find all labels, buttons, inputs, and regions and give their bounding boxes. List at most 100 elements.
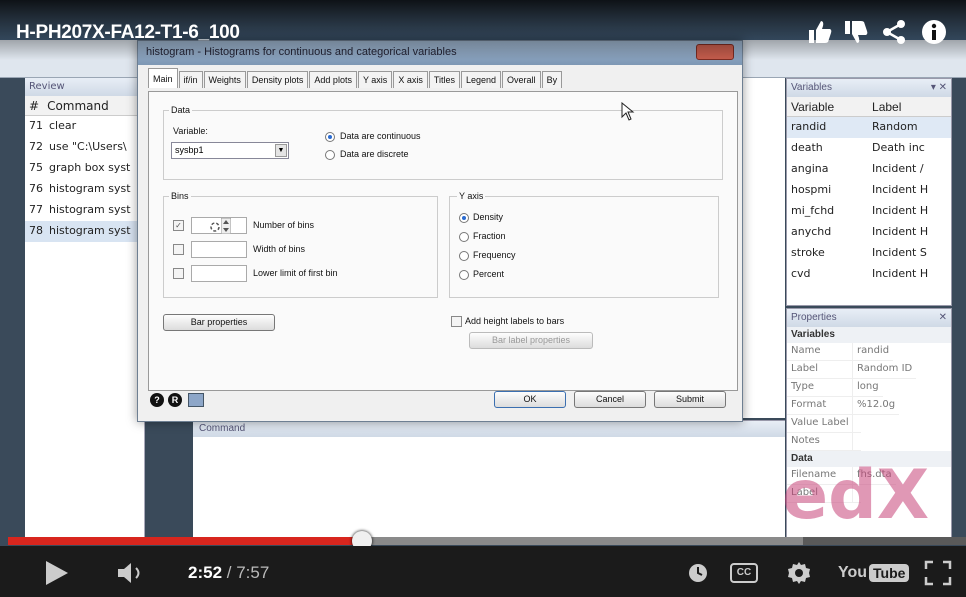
video-title[interactable]: H-PH207X-FA12-T1-6_100 xyxy=(16,22,240,44)
tab-add-plots[interactable]: Add plots xyxy=(309,71,357,88)
pin-icon[interactable]: ✕ xyxy=(939,312,947,324)
youtube-logo-you: You xyxy=(838,564,868,581)
bar-label-properties-button[interactable]: Bar label properties xyxy=(469,332,593,349)
reset-icon[interactable]: R xyxy=(168,393,182,407)
review-row[interactable]: 76 histogram syst xyxy=(25,179,144,200)
chevron-down-icon[interactable]: ▼ xyxy=(275,144,287,157)
review-row-num: 76 xyxy=(29,182,43,195)
command-panel[interactable]: Command xyxy=(193,420,785,538)
number-of-bins-checkbox[interactable]: ✓ xyxy=(173,220,184,231)
tab-main[interactable]: Main xyxy=(148,68,178,88)
width-of-bins-checkbox[interactable] xyxy=(173,244,184,255)
volume-icon[interactable] xyxy=(116,562,152,584)
variable-row[interactable]: randid Random xyxy=(787,117,951,138)
progress-bar[interactable] xyxy=(8,531,966,551)
radio-frequency[interactable] xyxy=(459,251,469,261)
width-of-bins-input[interactable] xyxy=(191,241,247,258)
copy-icon[interactable] xyxy=(188,393,204,407)
review-row-num: 78 xyxy=(29,224,43,237)
variables-columns: Variable Label xyxy=(787,97,951,117)
radio-density[interactable] xyxy=(459,213,469,223)
youtube-logo[interactable]: You Tube xyxy=(838,562,910,584)
variables-header-label: Variables xyxy=(791,82,832,93)
spin-arrows-icon[interactable] xyxy=(221,218,231,234)
data-group-label: Data xyxy=(169,105,193,115)
variable-label: Death inc xyxy=(872,141,925,154)
variable-row[interactable]: stroke Incident S xyxy=(787,243,951,264)
variable-row[interactable]: hospmi Incident H xyxy=(787,180,951,201)
variable-label: Incident H xyxy=(872,225,929,238)
properties-header-label: Properties xyxy=(791,312,837,323)
fullscreen-icon[interactable] xyxy=(924,560,952,586)
variable-row[interactable]: cvd Incident H xyxy=(787,264,951,285)
variable-name: hospmi xyxy=(791,183,832,196)
review-row[interactable]: 77 histogram syst xyxy=(25,200,144,221)
review-row-cmd: histogram syst xyxy=(49,224,131,237)
variable-row[interactable]: mi_fchd Incident H xyxy=(787,201,951,222)
tab-if-in[interactable]: if/in xyxy=(178,71,203,88)
radio-fraction-label: Fraction xyxy=(473,231,506,241)
property-key: Format xyxy=(787,397,853,415)
radio-percent[interactable] xyxy=(459,270,469,280)
captions-icon[interactable]: CC xyxy=(730,563,758,583)
review-row[interactable]: 75 graph box syst xyxy=(25,158,144,179)
review-row[interactable]: 78 histogram syst xyxy=(25,221,144,242)
review-row-num: 75 xyxy=(29,161,43,174)
radio-density-label: Density xyxy=(473,212,504,222)
dislike-icon[interactable] xyxy=(842,18,870,46)
tab-y-axis[interactable]: Y axis xyxy=(357,71,393,88)
tab-titles[interactable]: Titles xyxy=(428,71,460,88)
ok-button[interactable]: OK xyxy=(494,391,566,408)
property-row: Name randid xyxy=(787,343,951,361)
radio-discrete[interactable] xyxy=(325,150,335,160)
variable-label: Incident S xyxy=(872,246,927,259)
bins-group-label: Bins xyxy=(169,191,191,201)
review-row-cmd: graph box syst xyxy=(49,161,131,174)
property-row: Label Random ID xyxy=(787,361,951,379)
tab-main-body: Data Variable: sysbp1 ▼ Data are continu… xyxy=(148,91,738,391)
like-icon[interactable] xyxy=(806,18,834,46)
variable-select[interactable]: sysbp1 ▼ xyxy=(171,142,289,159)
video-frame[interactable]: Review # Command 71 clear 72 use "C:\Users… xyxy=(0,0,966,597)
property-value: Random ID xyxy=(853,361,917,379)
tab-density-plots[interactable]: Density plots xyxy=(246,71,309,88)
lower-limit-checkbox[interactable] xyxy=(173,268,184,279)
property-value: %12.0g xyxy=(853,397,900,415)
variable-name: randid xyxy=(791,120,827,133)
variable-row[interactable]: anychd Incident H xyxy=(787,222,951,243)
review-row[interactable]: 71 clear xyxy=(25,116,144,137)
radio-continuous[interactable] xyxy=(325,132,335,142)
tab-by[interactable]: By xyxy=(541,71,563,88)
cancel-button[interactable]: Cancel xyxy=(574,391,646,408)
info-icon[interactable] xyxy=(920,18,948,46)
tab-x-axis[interactable]: X axis xyxy=(393,71,428,88)
variables-header: Variables ▾ ✕ xyxy=(787,79,951,97)
review-row-cmd: histogram syst xyxy=(49,203,131,216)
radio-fraction[interactable] xyxy=(459,232,469,242)
tab-legend[interactable]: Legend xyxy=(461,71,502,88)
variable-row[interactable]: angina Incident / xyxy=(787,159,951,180)
watch-later-icon[interactable] xyxy=(687,562,709,584)
settings-icon[interactable] xyxy=(786,560,812,586)
play-icon[interactable] xyxy=(44,559,70,587)
variable-row[interactable]: death Death inc xyxy=(787,138,951,159)
variable-name: anychd xyxy=(791,225,832,238)
radio-discrete-label: Data are discrete xyxy=(340,149,409,159)
variable-name: stroke xyxy=(791,246,825,259)
add-height-labels-checkbox[interactable] xyxy=(451,316,462,327)
tab-overall[interactable]: Overall xyxy=(502,71,541,88)
tab-weights[interactable]: Weights xyxy=(203,71,246,88)
variable-name: mi_fchd xyxy=(791,204,835,217)
variables-col-name: Variable xyxy=(791,100,835,114)
share-icon[interactable] xyxy=(880,18,908,46)
pin-icon[interactable]: ▾ ✕ xyxy=(931,82,947,94)
review-panel: Review # Command 71 clear 72 use "C:\Users… xyxy=(25,78,145,538)
radio-continuous-label: Data are continuous xyxy=(340,131,421,141)
bar-properties-button[interactable]: Bar properties xyxy=(163,314,275,331)
submit-button[interactable]: Submit xyxy=(654,391,726,408)
variable-name: death xyxy=(791,141,823,154)
lower-limit-input[interactable] xyxy=(191,265,247,282)
help-icon[interactable]: ? xyxy=(150,393,164,407)
variable-name: angina xyxy=(791,162,829,175)
review-row[interactable]: 72 use "C:\Users\ xyxy=(25,137,144,158)
